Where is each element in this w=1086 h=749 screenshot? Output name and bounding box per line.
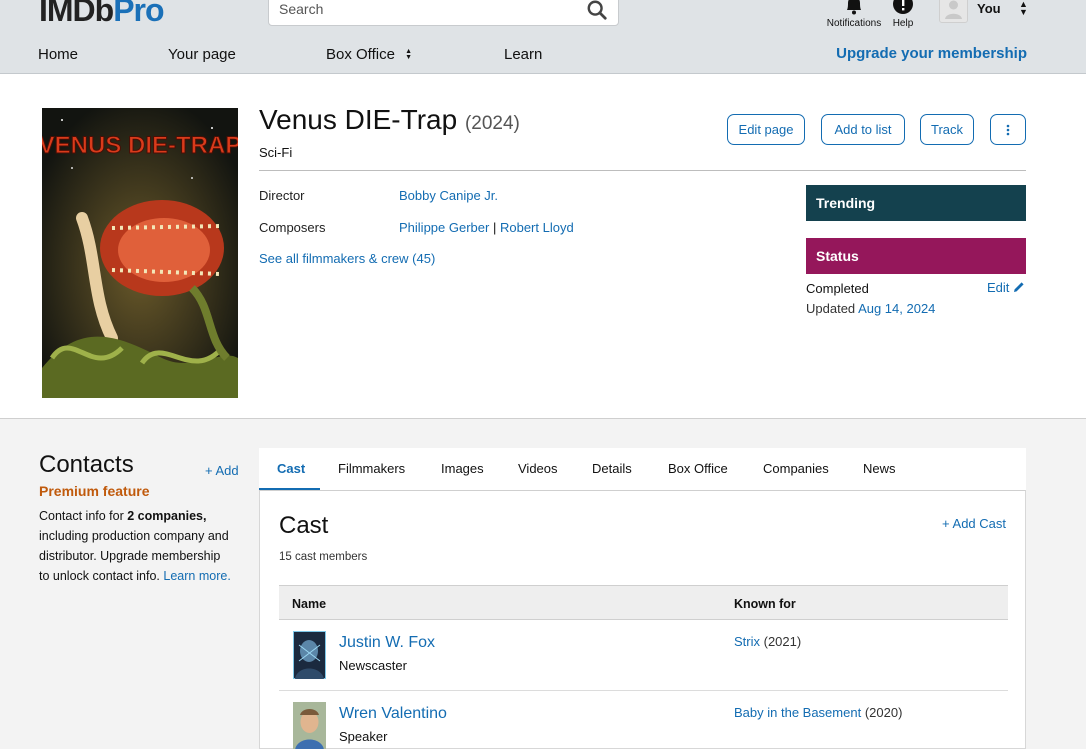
cast-heading: Cast [279,512,329,539]
logo-main-text: IMDb [39,0,114,28]
composers-label: Composers [259,220,326,235]
nav-your-page[interactable]: Your page [168,46,236,63]
search-box[interactable] [268,0,619,26]
cast-member-role: Speaker [339,729,388,744]
known-for-year: (2021) [763,634,802,649]
cast-member-role: Newscaster [339,658,407,673]
bell-icon [847,0,861,15]
add-to-list-button[interactable]: Add to list [821,114,905,145]
more-options-button[interactable] [990,114,1026,145]
sort-caret-icon: ▲ ▼ [1019,0,1028,17]
contact-companies-count: 2 companies, [127,509,207,523]
upgrade-membership-link[interactable]: Upgrade your membership [836,45,1027,62]
cast-member-name-link[interactable]: Justin W. Fox [339,634,435,652]
status-value: Completed [806,281,869,296]
svg-text:VENUS DIE-TRAP: VENUS DIE-TRAP [42,132,238,159]
sort-caret-icon: ▲ ▼ [405,48,413,62]
director-label: Director [259,188,305,203]
cast-table-header: Name Known for [279,585,1008,620]
notifications-label: Notifications [826,18,882,29]
composer-link[interactable]: Robert Lloyd [500,220,574,235]
known-for-title-link[interactable]: Strix [734,634,760,649]
trending-panel-header[interactable]: Trending [806,185,1026,221]
column-header-known-for[interactable]: Known for [734,597,796,611]
premium-feature-label: Premium feature [39,483,150,499]
status-label: Status [816,248,859,264]
column-header-name[interactable]: Name [292,597,326,611]
director-link[interactable]: Bobby Canipe Jr. [399,188,498,203]
tab-details[interactable]: Details [592,461,632,476]
tab-filmmakers[interactable]: Filmmakers [338,461,405,476]
see-all-crew-link[interactable]: See all filmmakers & crew (45) [259,251,435,266]
page-title: Venus DIE-Trap (2024) [259,104,520,136]
nav-home[interactable]: Home [38,46,78,63]
help-label: Help [892,18,914,29]
contact-description: Contact info for 2 companies, including … [39,506,234,586]
help-icon [893,0,913,14]
top-header: IMDbPro Notifications Help You ▲▼ Home Y… [0,0,1086,74]
help-button[interactable]: Help [887,0,919,29]
title-name: Venus DIE-Trap [259,104,458,135]
table-row: Wren Valentino Speaker Baby in the Basem… [279,691,1008,749]
add-cast-link[interactable]: + Add Cast [942,516,1006,531]
edit-status-label: Edit [987,280,1010,295]
contacts-heading: Contacts [39,451,134,478]
updated-prefix: Updated [806,301,856,316]
tab-companies[interactable]: Companies [763,461,829,476]
trending-label: Trending [816,195,876,211]
edit-page-button[interactable]: Edit page [727,114,805,145]
cast-headshot[interactable] [293,631,326,679]
contact-text: Contact info for [39,509,128,523]
nav-box-office-label: Box Office [326,46,395,63]
user-name: You [977,1,1001,16]
title-year: (2024) [464,113,520,134]
headshot-image [293,702,326,749]
more-vertical-icon [1006,124,1010,135]
table-row: Justin W. Fox Newscaster Strix (2021) [279,620,1008,691]
tab-news[interactable]: News [863,461,896,476]
updated-date-link[interactable]: Aug 14, 2024 [858,301,935,316]
genre-label: Sci-Fi [259,145,293,160]
learn-more-link[interactable]: Learn more. [163,569,230,583]
known-for-cell: Strix (2021) [734,634,801,649]
tab-cast[interactable]: Cast [277,461,305,476]
poster-artwork: VENUS DIE-TRAP [42,108,238,398]
status-panel-header: Status [806,238,1026,274]
known-for-year: (2020) [864,705,903,720]
composer-link[interactable]: Philippe Gerber [399,220,489,235]
cast-headshot[interactable] [293,702,326,749]
user-silhouette-icon [945,0,962,19]
tab-bar: Cast Filmmakers Images Videos Details Bo… [259,448,1026,490]
edit-status-link[interactable]: Edit [987,280,1025,295]
nav-box-office[interactable]: Box Office ▲ ▼ [326,46,412,63]
known-for-cell: Baby in the Basement (2020) [734,705,902,720]
poster-image[interactable]: VENUS DIE-TRAP [42,108,238,398]
updated-line: Updated Aug 14, 2024 [806,301,935,316]
tab-box-office[interactable]: Box Office [668,461,728,476]
known-for-title-link[interactable]: Baby in the Basement [734,705,861,720]
notifications-button[interactable]: Notifications [824,0,884,29]
composer-separator: | [492,220,497,235]
cast-count: 15 cast members [279,551,368,563]
cast-card: Cast + Add Cast 15 cast members Name Kno… [259,490,1026,749]
avatar [939,0,968,23]
headshot-image [293,631,326,679]
imdbpro-logo[interactable]: IMDbPro [39,0,165,29]
track-button[interactable]: Track [920,114,974,145]
pencil-icon [1014,282,1024,292]
nav-learn[interactable]: Learn [504,46,542,63]
tab-images[interactable]: Images [441,461,484,476]
cast-member-name-link[interactable]: Wren Valentino [339,705,447,723]
search-input[interactable] [279,1,569,17]
title-divider [259,170,1026,171]
tab-videos[interactable]: Videos [518,461,558,476]
add-contact-link[interactable]: + Add [205,463,239,478]
search-icon[interactable] [586,0,608,21]
logo-suffix-text: Pro [113,0,164,28]
